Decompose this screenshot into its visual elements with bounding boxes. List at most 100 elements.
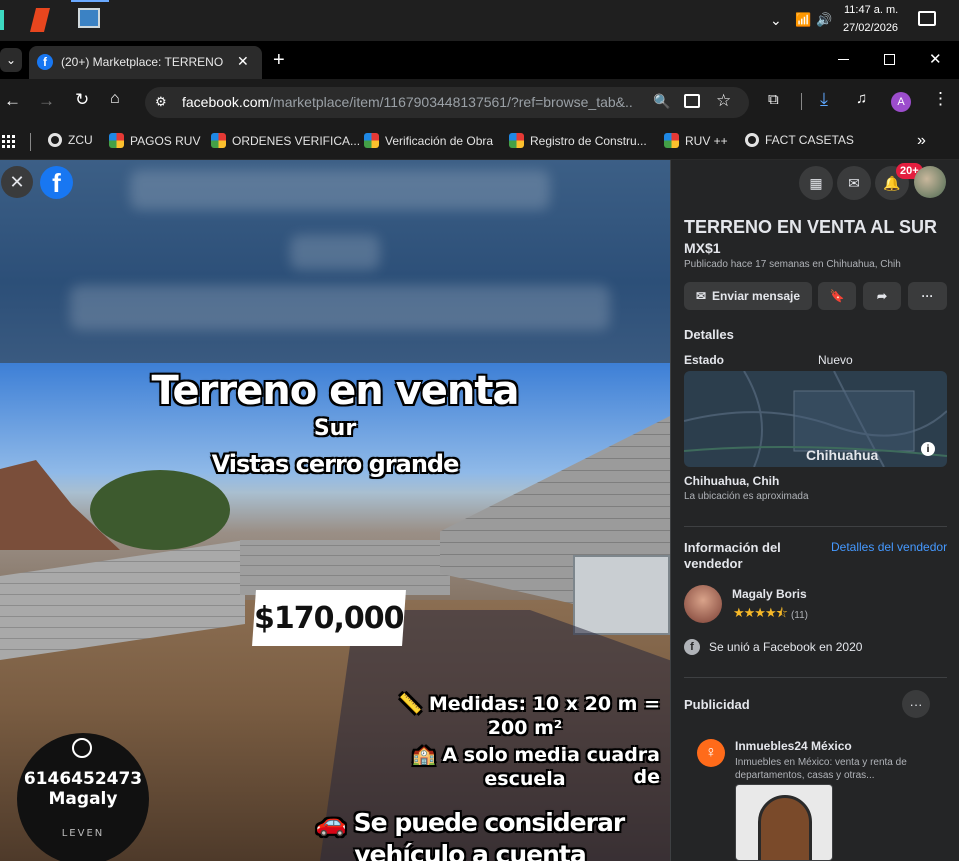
volume-icon[interactable]: 🔊 bbox=[816, 12, 832, 28]
back-icon[interactable]: ← bbox=[4, 91, 21, 111]
home-icon[interactable]: ⌂ bbox=[110, 90, 120, 108]
seller-name[interactable]: Magaly Boris bbox=[732, 587, 807, 601]
clock-date[interactable]: 27/02/2026 bbox=[843, 22, 898, 34]
globe-icon bbox=[745, 133, 759, 147]
toolbar-divider bbox=[801, 93, 802, 110]
close-viewer-button[interactable]: ✕ bbox=[1, 166, 33, 198]
bookmark-pagos-ruv[interactable]: PAGOS RUV bbox=[109, 133, 200, 148]
ruv-icon bbox=[509, 133, 524, 148]
tab-marketplace[interactable]: f (20+) Marketplace: TERRENO EN VENTA AL… bbox=[29, 46, 262, 79]
photo-measures: 📏 Medidas: 10 x 20 m = bbox=[398, 693, 660, 715]
url-host: facebook.com bbox=[182, 94, 270, 110]
photo-headline: Terreno en venta bbox=[151, 368, 520, 414]
ruv-icon bbox=[109, 133, 124, 148]
seller-rating-count: (11) bbox=[790, 609, 808, 621]
listing-price: MX$1 bbox=[684, 240, 721, 256]
listing-posted: Publicado hace 17 semanas en Chihuahua, … bbox=[684, 259, 901, 270]
divider bbox=[684, 526, 947, 527]
more-options-button[interactable]: ··· bbox=[908, 282, 947, 310]
menu-kebab-icon[interactable]: ⋮ bbox=[932, 89, 949, 109]
photo-line-vistas: Vistas cerro grande bbox=[211, 450, 460, 478]
close-window-button[interactable]: ✕ bbox=[929, 50, 942, 68]
forward-icon[interactable]: → bbox=[38, 91, 55, 111]
more-icon: ··· bbox=[921, 289, 934, 303]
ad-image[interactable] bbox=[735, 784, 833, 861]
adobe-app-icon[interactable] bbox=[30, 8, 50, 32]
apps-grid-icon[interactable] bbox=[2, 134, 16, 148]
share-button[interactable]: ➦ bbox=[863, 282, 901, 310]
blurred-shape bbox=[290, 235, 380, 270]
location-map[interactable]: Chihuahua i bbox=[684, 371, 947, 467]
photo-contact-name: Magaly bbox=[48, 789, 118, 809]
image-viewer: Terreno en venta Sur Vistas cerro grande… bbox=[0, 160, 670, 861]
bookmark-ruv-plus[interactable]: RUV ++ bbox=[664, 133, 728, 148]
bookmarks-divider bbox=[30, 133, 31, 151]
site-info-icon[interactable]: ⚙ bbox=[155, 94, 167, 110]
blurred-shape bbox=[70, 285, 610, 330]
bookmark-ordenes-verifica[interactable]: ORDENES VERIFICA... bbox=[211, 133, 360, 148]
photo-school-2: escuela bbox=[484, 768, 566, 790]
ad-advertiser[interactable]: Inmuebles24 México bbox=[735, 739, 852, 753]
photo-contact-badge: 6146452473 Magaly LEVEN bbox=[17, 733, 149, 861]
photo-line-sur: Sur bbox=[313, 416, 357, 441]
reload-icon[interactable]: ↻ bbox=[75, 90, 89, 110]
tab-title: (20+) Marketplace: TERRENO EN VENTA AL S… bbox=[61, 55, 226, 69]
seller-details-link[interactable]: Detalles del vendedor bbox=[831, 540, 947, 554]
messenger-icon[interactable]: ✉ bbox=[837, 166, 871, 200]
active-app-indicator bbox=[71, 0, 109, 2]
photo-price: $170,000 bbox=[254, 600, 404, 636]
photo-vehicle: 🚗 Se puede considerar bbox=[315, 808, 625, 837]
ad-logo-icon[interactable]: ♀ bbox=[697, 739, 725, 767]
map-city-label: Chihuahua bbox=[806, 447, 879, 463]
map-info-icon[interactable]: i bbox=[921, 442, 935, 456]
details-heading: Detalles bbox=[684, 327, 734, 342]
globe-icon bbox=[48, 133, 62, 147]
account-avatar[interactable] bbox=[914, 166, 946, 198]
remote-desktop-icon[interactable] bbox=[78, 8, 100, 28]
seller-heading: Información del vendedor bbox=[684, 540, 781, 571]
bookmark-fact-casetas[interactable]: FACT CASETAS bbox=[745, 133, 854, 147]
install-app-icon[interactable] bbox=[684, 94, 700, 108]
toolbar: ← → ↻ ⌂ ⚙ facebook.com/marketplace/item/… bbox=[0, 79, 959, 124]
wifi-icon[interactable]: 📶 bbox=[795, 12, 811, 28]
listing-title: TERRENO EN VENTA AL SUR bbox=[684, 217, 938, 237]
ruv-icon bbox=[364, 133, 379, 148]
tab-search-button[interactable]: ⌄ bbox=[0, 48, 22, 72]
ads-more-button[interactable]: ··· bbox=[902, 690, 930, 718]
zoom-search-icon[interactable]: 🔍 bbox=[653, 93, 670, 110]
maximize-button[interactable] bbox=[884, 54, 895, 65]
messenger-icon: ✉ bbox=[695, 289, 706, 303]
chevron-up-icon[interactable]: ⌄ bbox=[770, 12, 782, 29]
url-path: /marketplace/item/1167903448137561/?ref=… bbox=[269, 94, 632, 110]
profile-avatar[interactable]: A bbox=[891, 92, 911, 112]
photo-phone: 6146452473 bbox=[23, 769, 143, 789]
menu-grid-icon[interactable]: ▦ bbox=[799, 166, 833, 200]
bookmark-registro-constru[interactable]: Registro de Constru... bbox=[509, 133, 647, 148]
bookmarks-bar: ZCU PAGOS RUV ORDENES VERIFICA... Verifi… bbox=[0, 124, 959, 160]
media-control-icon[interactable]: ♫ bbox=[856, 90, 867, 107]
photo-vehicle-2: vehículo a cuenta bbox=[354, 840, 586, 861]
extensions-icon[interactable]: ⧉ bbox=[768, 91, 779, 108]
listing-sidebar: ▦ ✉ 🔔 20+ TERRENO EN VENTA AL SUR MX$1 P… bbox=[670, 160, 959, 861]
bookmark-verificacion-obra[interactable]: Verificación de Obra bbox=[364, 133, 493, 148]
facebook-logo-icon[interactable]: f bbox=[40, 166, 73, 199]
url-text[interactable]: facebook.com/marketplace/item/1167903448… bbox=[182, 94, 632, 110]
notification-icon[interactable] bbox=[918, 11, 936, 26]
bookmark-star-icon[interactable]: ☆ bbox=[716, 91, 731, 111]
save-button[interactable]: 🔖 bbox=[818, 282, 856, 310]
bookmark-zcu[interactable]: ZCU bbox=[48, 133, 93, 147]
photo-wall-back bbox=[240, 540, 450, 595]
more-bookmarks-icon[interactable]: » bbox=[917, 132, 926, 150]
download-icon[interactable]: ⤓ bbox=[820, 89, 828, 110]
taskbar-app-icon-left[interactable] bbox=[0, 10, 4, 30]
send-message-button[interactable]: ✉ Enviar mensaje bbox=[684, 282, 812, 310]
tab-close-icon[interactable]: ✕ bbox=[237, 53, 249, 70]
photo-measures-2: 200 m² bbox=[487, 717, 563, 739]
seller-avatar[interactable] bbox=[684, 585, 722, 623]
address-bar[interactable]: ⚙ facebook.com/marketplace/item/11679034… bbox=[145, 87, 749, 118]
blurred-shape bbox=[130, 170, 550, 210]
new-tab-button[interactable]: + bbox=[273, 49, 285, 72]
facebook-small-icon: f bbox=[684, 639, 700, 655]
clock-time[interactable]: 11:47 a. m. bbox=[844, 4, 898, 16]
minimize-button[interactable] bbox=[838, 59, 849, 60]
